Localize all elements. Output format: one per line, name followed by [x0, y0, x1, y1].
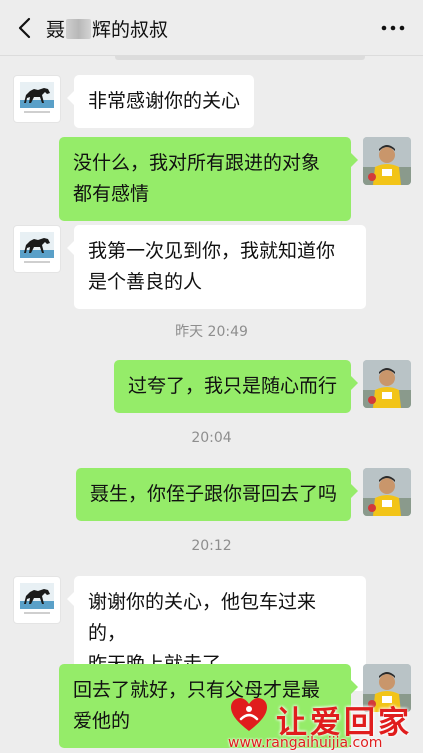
- message-bubble-sent[interactable]: 没什么，我对所有跟进的对象 都有感情: [59, 137, 358, 221]
- redacted-name-blur: [66, 19, 92, 39]
- contact-avatar[interactable]: [13, 576, 61, 624]
- more-dots-icon[interactable]: [378, 14, 408, 42]
- user-avatar[interactable]: [363, 360, 411, 408]
- previous-message-edge: [115, 56, 365, 60]
- message-list[interactable]: 非常感谢你的关心 没什么，我对所有跟进的对象 都有感情 我第一次见到你，我就知道…: [0, 56, 423, 753]
- message-bubble-sent[interactable]: 过夸了，我只是随心而行: [113, 360, 359, 413]
- message-line: 没什么，我对所有跟进的对象: [73, 152, 321, 174]
- watermark-logo: 让爱回家 www.rangaihuijia.com: [218, 695, 423, 753]
- message-bubble-sent[interactable]: 聂生，你侄子跟你哥回去了吗: [75, 468, 359, 521]
- contact-avatar[interactable]: [13, 75, 61, 123]
- chat-title-prefix: 聂: [46, 19, 66, 41]
- user-avatar[interactable]: [363, 137, 411, 185]
- heart-hands-icon: [231, 698, 267, 731]
- watermark-url: www.rangaihuijia.com: [228, 735, 383, 751]
- timestamp: 昨天 20:49: [175, 324, 248, 340]
- message-line: 是个善良的人: [88, 271, 203, 293]
- message-line: 谢谢你的关心，他包车过来的，: [88, 591, 317, 644]
- message-line: 都有感情: [73, 183, 150, 205]
- message-line: 我第一次见到你，我就知道你: [88, 240, 336, 262]
- chat-title: 聂 辉的叔叔: [46, 15, 168, 42]
- message-bubble-received[interactable]: 非常感谢你的关心: [66, 75, 255, 128]
- chevron-left-icon[interactable]: [12, 14, 40, 42]
- message-text: 过夸了，我只是随心而行: [127, 375, 337, 397]
- contact-avatar[interactable]: [13, 225, 61, 273]
- timestamp: 20:04: [191, 430, 232, 446]
- chat-header: 聂 辉的叔叔: [0, 0, 423, 56]
- message-text: 非常感谢你的关心: [88, 90, 241, 112]
- timestamp: 20:12: [191, 538, 232, 554]
- message-text: 聂生，你侄子跟你哥回去了吗: [89, 483, 337, 505]
- message-bubble-received[interactable]: 我第一次见到你，我就知道你 是个善良的人: [67, 225, 366, 309]
- user-avatar[interactable]: [363, 468, 411, 516]
- chat-title-suffix: 辉的叔叔: [92, 19, 169, 41]
